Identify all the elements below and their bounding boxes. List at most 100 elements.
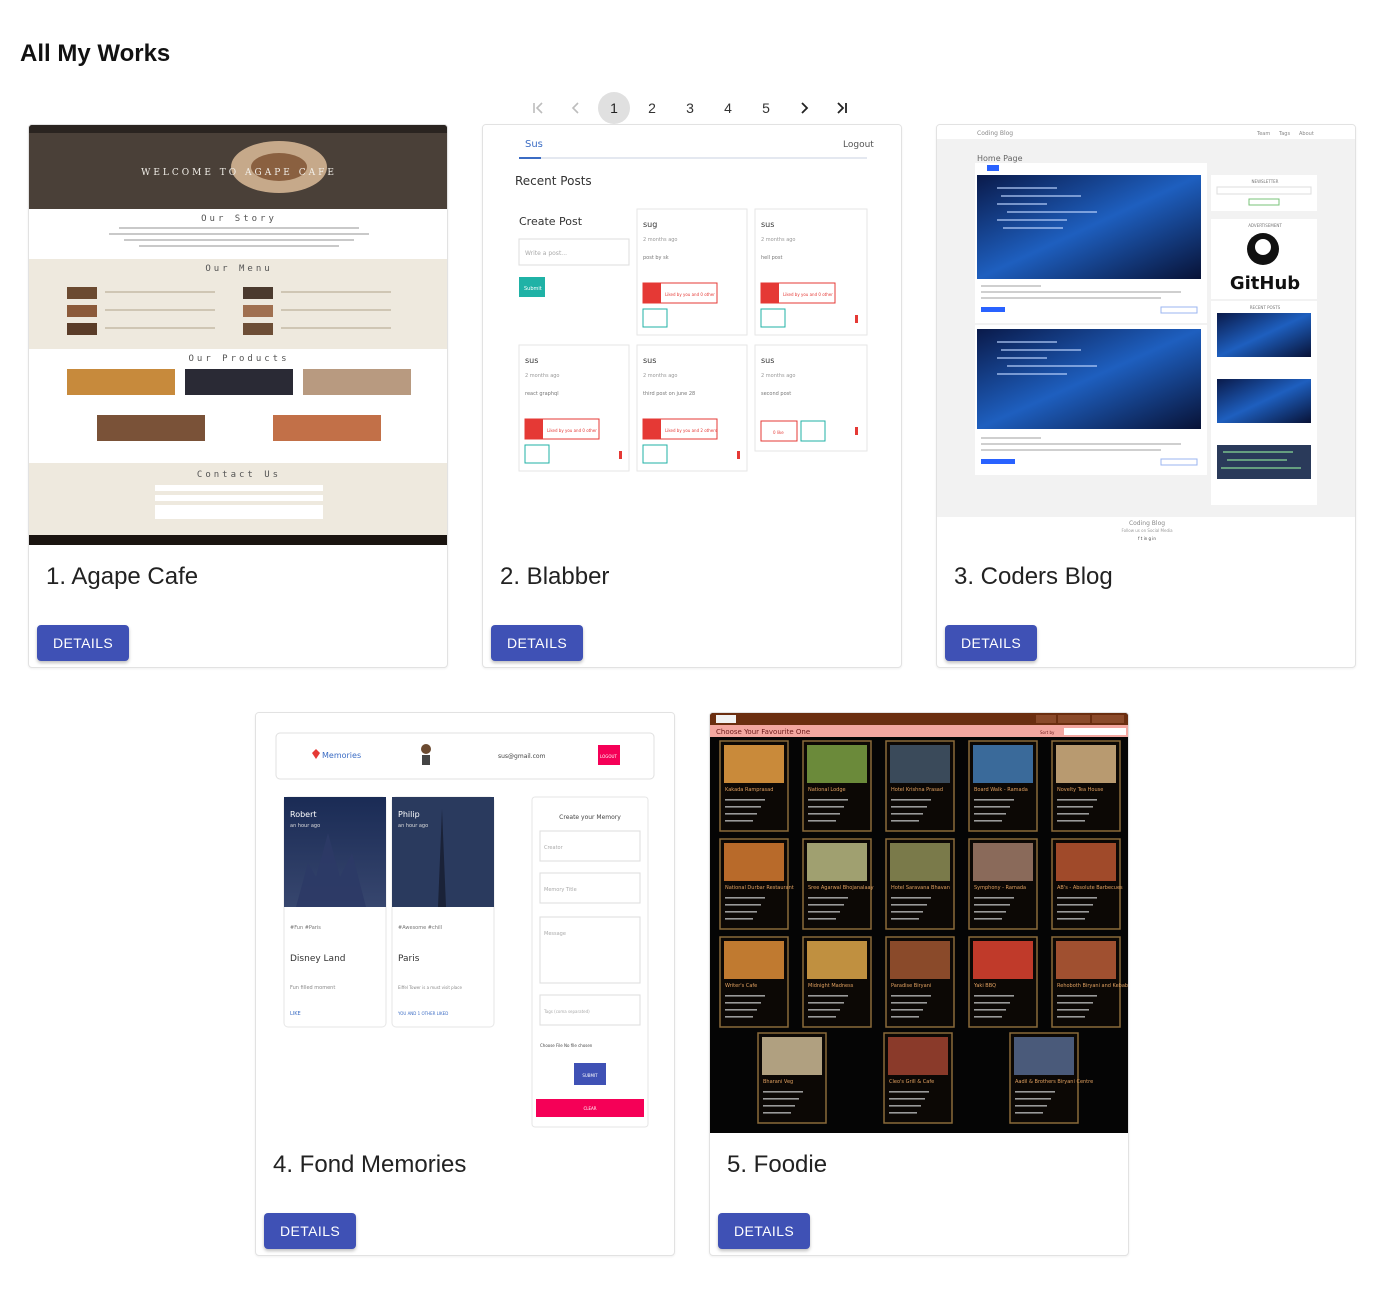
restaurant-name: Board Walk - Ramada	[974, 787, 1028, 793]
work-card-coders-blog: Coding Blog Team Tags About Home Page NE…	[936, 124, 1356, 668]
restaurant-card[interactable]: Midnight Madness	[802, 936, 872, 1028]
restaurant-card[interactable]: Board Walk - Ramada	[968, 740, 1038, 832]
svg-text:Memory Title: Memory Title	[544, 887, 577, 893]
svg-text:Disney Land: Disney Land	[290, 954, 346, 964]
work-card-agape-cafe: WELCOME TO AGAPE CAFE Our Story Our Menu…	[28, 124, 448, 668]
page-3-button[interactable]: 3	[674, 92, 706, 124]
restaurant-name: National Lodge	[808, 787, 846, 793]
svg-text:2 months ago: 2 months ago	[525, 373, 560, 379]
restaurant-card[interactable]: Hotel Saravana Bhavan	[885, 838, 955, 930]
logout-label: Logout	[843, 140, 874, 150]
restaurant-card[interactable]: Kakada Ramprasad	[719, 740, 789, 832]
restaurant-card[interactable]: Writer's Cafe	[719, 936, 789, 1028]
restaurant-card[interactable]: National Durbar Restaurant	[719, 838, 794, 930]
page-5-button[interactable]: 5	[750, 92, 782, 124]
svg-text:ADVERTISEMENT: ADVERTISEMENT	[1248, 223, 1282, 228]
chevron-left-icon	[571, 102, 579, 114]
restaurant-card[interactable]: Rehoboth Biryani and Kebabs	[1051, 936, 1129, 1028]
svg-text:Tags (coma separated): Tags (coma separated)	[543, 1009, 590, 1014]
restaurant-name: Yaki BBQ	[973, 983, 996, 989]
page-1-button[interactable]: 1	[598, 92, 630, 124]
svg-text:SUBMIT: SUBMIT	[582, 1073, 598, 1078]
details-button[interactable]: DETAILS	[37, 625, 130, 661]
restaurant-card[interactable]: Novelty Tea House	[1051, 740, 1121, 832]
restaurant-card[interactable]: Sree Agarwal Bhojanalaay	[802, 838, 874, 930]
svg-text:2 months ago: 2 months ago	[643, 237, 678, 243]
details-button[interactable]: DETAILS	[264, 1213, 357, 1249]
github-logo-text: GitHub	[1230, 273, 1300, 294]
next-page-button[interactable]	[788, 92, 820, 124]
project-screenshot[interactable]: Memories sus@gmail.com LOGOUT Robert an …	[256, 713, 674, 1133]
memories-brand: Memories	[322, 751, 361, 760]
agape-cafe-preview: WELCOME TO AGAPE CAFE Our Story Our Menu…	[29, 125, 447, 545]
page-4-button[interactable]: 4	[712, 92, 744, 124]
svg-text:Sort by: Sort by	[1040, 730, 1055, 735]
page-2-button[interactable]: 2	[636, 92, 668, 124]
restaurant-name: Symphony - Ramada	[974, 885, 1026, 891]
svg-text:Eiffel Tower is a must visit p: Eiffel Tower is a must visit place	[398, 985, 462, 990]
svg-text:2 months ago: 2 months ago	[643, 373, 678, 379]
restaurant-card[interactable]: National Lodge	[802, 740, 872, 832]
svg-text:sus: sus	[761, 356, 774, 365]
svg-text:YOU AND 1 OTHER LIKED: YOU AND 1 OTHER LIKED	[397, 1011, 448, 1016]
restaurant-name: Hotel Saravana Bhavan	[891, 885, 950, 891]
details-button[interactable]: DETAILS	[491, 625, 584, 661]
details-button[interactable]: DETAILS	[718, 1213, 811, 1249]
foodie-heading: Choose Your Favourite One	[716, 728, 810, 736]
restaurant-card[interactable]: Cleo's Grill & Cafe	[883, 1032, 953, 1124]
project-screenshot[interactable]: Choose Your Favourite One Sort by Kakada…	[710, 713, 1129, 1133]
section-products: Our Products	[188, 354, 289, 364]
post-card: sus 2 months ago third post on june 28 L…	[636, 344, 748, 472]
restaurant-name: National Durbar Restaurant	[725, 885, 794, 891]
svg-text:#Awesome #chill: #Awesome #chill	[398, 925, 442, 931]
project-screenshot[interactable]: Sus Logout Recent Posts Create Post Writ…	[483, 125, 901, 545]
restaurant-card[interactable]: Bharani Veg	[757, 1032, 827, 1124]
svg-text:hell post: hell post	[761, 255, 782, 261]
svg-text:sus: sus	[643, 356, 656, 365]
svg-text:Philip: Philip	[398, 810, 420, 819]
svg-text:sus: sus	[525, 356, 538, 365]
project-screenshot[interactable]: WELCOME TO AGAPE CAFE Our Story Our Menu…	[29, 125, 447, 545]
restaurant-card[interactable]: Symphony - Ramada	[968, 838, 1038, 930]
restaurant-name: Writer's Cafe	[725, 983, 757, 989]
work-card-blabber: Sus Logout Recent Posts Create Post Writ…	[482, 124, 902, 668]
post-placeholder: Write a post...	[525, 250, 567, 257]
work-card-fond-memories: Memories sus@gmail.com LOGOUT Robert an …	[255, 712, 675, 1256]
chevron-right-icon	[801, 102, 809, 114]
svg-text:an hour ago: an hour ago	[290, 823, 320, 829]
section-story: Our Story	[201, 214, 277, 224]
svg-text:Paris: Paris	[398, 954, 420, 964]
restaurant-card[interactable]: Hotel Krishna Prasad	[885, 740, 955, 832]
work-title: 1. Agape Cafe	[46, 563, 199, 590]
svg-text:Follow us on Social Media: Follow us on Social Media	[1121, 528, 1173, 533]
svg-text:post by sk: post by sk	[643, 255, 669, 261]
feed-heading: Recent Posts	[515, 174, 592, 188]
svg-text:Robert: Robert	[290, 810, 317, 819]
project-screenshot[interactable]: Coding Blog Team Tags About Home Page NE…	[937, 125, 1355, 545]
first-page-button[interactable]	[522, 92, 554, 124]
svg-text:Team: Team	[1256, 131, 1270, 137]
social-icons: f t in g in	[1138, 536, 1156, 541]
last-page-button[interactable]	[826, 92, 858, 124]
svg-text:NEWSLETTER: NEWSLETTER	[1252, 179, 1279, 184]
first-page-icon	[533, 102, 543, 114]
restaurant-card[interactable]: Paradise Biryani	[885, 936, 955, 1028]
fond-memories-preview: Memories sus@gmail.com LOGOUT Robert an …	[256, 713, 674, 1133]
details-button[interactable]: DETAILS	[945, 625, 1038, 661]
restaurant-name: Rehoboth Biryani and Kebabs	[1057, 983, 1129, 989]
foodie-preview: Choose Your Favourite One Sort by Kakada…	[710, 713, 1129, 1133]
restaurant-name: Novelty Tea House	[1057, 787, 1103, 793]
post-card: sus 2 months ago hell post Liked by you …	[754, 208, 868, 336]
work-title: 3. Coders Blog	[954, 563, 1113, 590]
svg-text:Tags: Tags	[1278, 131, 1290, 137]
previous-page-button[interactable]	[560, 92, 592, 124]
last-page-icon	[837, 102, 847, 114]
svg-text:sus@gmail.com: sus@gmail.com	[498, 753, 546, 760]
svg-text:CLEAR: CLEAR	[583, 1106, 596, 1111]
svg-text:Liked by you and 0 other: Liked by you and 0 other	[783, 292, 833, 297]
restaurant-card[interactable]: AB's - Absolute Barbecues	[1051, 838, 1123, 930]
footer-brand: Coding Blog	[1129, 520, 1165, 527]
svg-text:Fun filled moment: Fun filled moment	[290, 985, 335, 991]
restaurant-card[interactable]: Yaki BBQ	[968, 936, 1038, 1028]
svg-text:LOGOUT: LOGOUT	[600, 754, 617, 759]
